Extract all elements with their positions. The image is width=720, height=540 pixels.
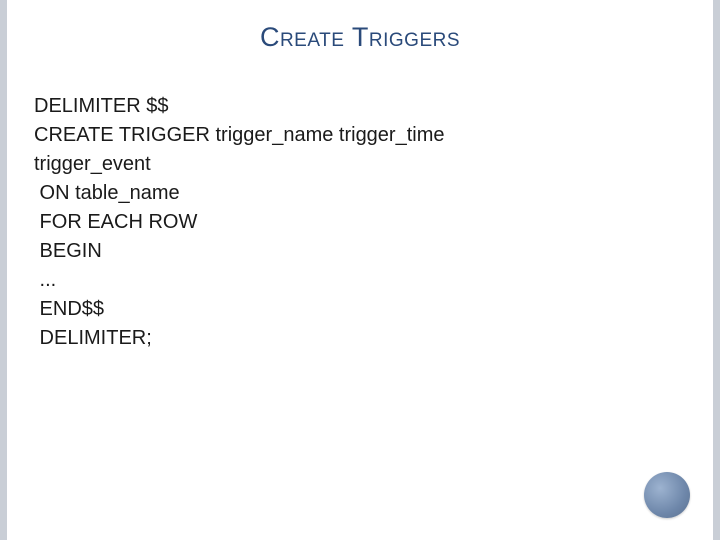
decor-circle-icon	[644, 472, 690, 518]
code-line: DELIMITER;	[34, 324, 445, 353]
code-line: DELIMITER $$	[34, 92, 445, 121]
code-line: BEGIN	[34, 237, 445, 266]
code-line: ON table_name	[34, 179, 445, 208]
slide: Create Triggers DELIMITER $$ CREATE TRIG…	[0, 0, 720, 540]
decor-bar-left	[0, 0, 7, 540]
code-line: ...	[34, 266, 445, 295]
code-line: CREATE TRIGGER trigger_name trigger_time	[34, 121, 445, 150]
decor-bar-right	[713, 0, 720, 540]
page-title: Create Triggers	[0, 0, 720, 53]
code-line: END$$	[34, 295, 445, 324]
code-line: FOR EACH ROW	[34, 208, 445, 237]
code-block: DELIMITER $$ CREATE TRIGGER trigger_name…	[34, 92, 445, 353]
code-line: trigger_event	[34, 150, 445, 179]
